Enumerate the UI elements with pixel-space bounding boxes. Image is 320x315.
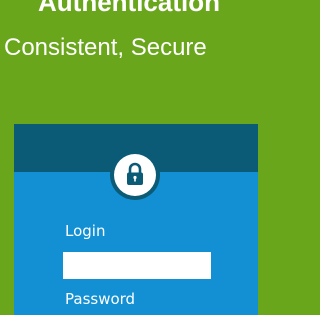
lock-icon-circle	[114, 154, 156, 196]
login-input[interactable]	[63, 252, 211, 279]
lock-icon	[127, 162, 143, 185]
hero-title: Authentication	[38, 0, 220, 17]
login-card: Login Password	[14, 124, 258, 315]
lock-badge	[110, 150, 160, 200]
hero-subtitle: Consistent, Secure	[4, 34, 207, 61]
login-label: Login	[65, 222, 106, 240]
password-label: Password	[65, 290, 136, 308]
